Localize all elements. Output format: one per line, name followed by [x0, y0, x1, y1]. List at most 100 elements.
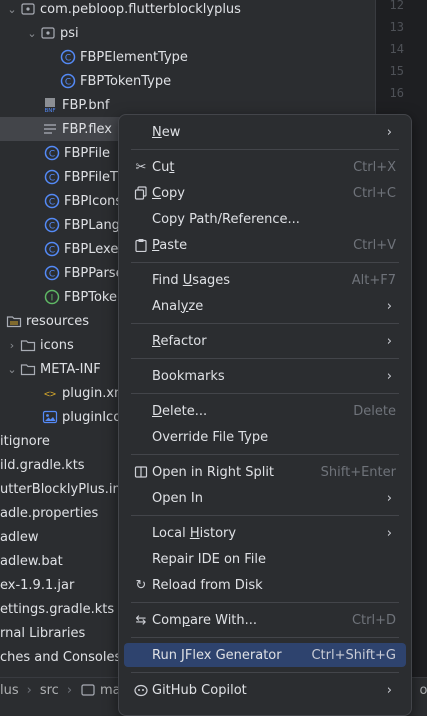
- compare-icon: ⇆: [130, 613, 152, 628]
- chevron-right-icon: ›: [387, 299, 392, 314]
- chevron-right-icon[interactable]: ›: [4, 339, 20, 352]
- svg-text:C: C: [65, 54, 71, 64]
- line-number: 16: [390, 86, 404, 100]
- menu-item-delete[interactable]: Delete... Delete: [124, 399, 406, 423]
- menu-item-github-copilot[interactable]: GitHub Copilot ›: [124, 678, 406, 702]
- tree-item-label: FBPElementType: [80, 50, 188, 65]
- folder-icon: [80, 682, 96, 698]
- breadcrumb-item[interactable]: src: [40, 683, 59, 698]
- menu-item-new[interactable]: New ›: [124, 120, 406, 144]
- chevron-right-icon: ›: [387, 369, 392, 384]
- line-number: 14: [390, 42, 404, 56]
- menu-item-analyze[interactable]: Analyze ›: [124, 294, 406, 318]
- tree-item-label: ettings.gradle.kts: [0, 602, 114, 617]
- menu-item-override-file-type[interactable]: Override File Type: [124, 425, 406, 449]
- tree-item-label: ches and Consoles: [0, 650, 121, 665]
- svg-text:C: C: [49, 222, 55, 232]
- tree-item-label: adle.properties: [0, 506, 98, 521]
- class-icon: C: [44, 193, 60, 209]
- xml-file-icon: <>: [42, 385, 58, 401]
- tree-item-label: ex-1.9.1.jar: [0, 578, 74, 593]
- menu-separator: [131, 358, 399, 359]
- chevron-right-icon: ›: [387, 526, 392, 541]
- package-icon: [40, 25, 56, 41]
- text-file-icon: [42, 121, 58, 137]
- svg-text:C: C: [49, 270, 55, 280]
- breadcrumb-item[interactable]: olu: [420, 683, 427, 698]
- menu-item-paste[interactable]: Paste Ctrl+V: [124, 233, 406, 257]
- svg-text:<>: <>: [44, 389, 56, 400]
- shortcut: Ctrl+V: [353, 238, 396, 253]
- line-number: 12: [390, 0, 404, 12]
- class-icon: C: [44, 217, 60, 233]
- shortcut: Ctrl+C: [353, 186, 396, 201]
- shortcut: Ctrl+D: [352, 613, 396, 628]
- shortcut: Ctrl+Shift+G: [311, 648, 396, 663]
- tree-item-label: com.pebloop.flutterblocklyplus: [40, 2, 241, 17]
- class-icon: C: [60, 49, 76, 65]
- tree-item-label: FBPToke: [64, 290, 117, 305]
- tree-item-label: FBPLexe: [64, 242, 118, 257]
- menu-item-cut[interactable]: ✂Cut Ctrl+X: [124, 155, 406, 179]
- tree-item-label: pluginIco: [62, 410, 121, 425]
- bnf-file-icon: BNF: [42, 97, 58, 113]
- chevron-right-icon: ›: [27, 683, 32, 698]
- tree-item-package[interactable]: ⌄ com.pebloop.flutterblocklyplus: [0, 0, 375, 21]
- tree-item-label: FBPTokenType: [80, 74, 171, 89]
- folder-icon: [20, 337, 36, 353]
- svg-text:I: I: [51, 294, 54, 304]
- chevron-down-icon[interactable]: ⌄: [24, 27, 40, 40]
- copy-icon: [130, 186, 152, 200]
- interface-icon: I: [44, 289, 60, 305]
- scissors-icon: ✂: [130, 160, 152, 175]
- tree-item-label: FBP.flex: [62, 122, 112, 137]
- menu-item-reload-from-disk[interactable]: ↻Reload from Disk: [124, 573, 406, 597]
- tree-item-label: FBPIcons: [64, 194, 122, 209]
- menu-item-open-in[interactable]: Open In ›: [124, 486, 406, 510]
- tree-item-label: adlew.bat: [0, 554, 63, 569]
- line-number: 15: [390, 64, 404, 78]
- tree-item-label: FBPLang: [64, 218, 120, 233]
- menu-separator: [131, 262, 399, 263]
- svg-text:C: C: [49, 198, 55, 208]
- menu-item-repair-ide[interactable]: Repair IDE on File: [124, 547, 406, 571]
- tree-item-label: resources: [26, 314, 89, 329]
- split-icon: [130, 465, 152, 479]
- menu-item-refactor[interactable]: Refactor ›: [124, 329, 406, 353]
- chevron-down-icon[interactable]: ⌄: [4, 3, 20, 16]
- chevron-down-icon[interactable]: ⌄: [4, 363, 20, 376]
- menu-item-copy-path[interactable]: Copy Path/Reference...: [124, 207, 406, 231]
- menu-item-open-right-split[interactable]: Open in Right Split Shift+Enter: [124, 460, 406, 484]
- menu-item-local-history[interactable]: Local History ›: [124, 521, 406, 545]
- tree-item-psi[interactable]: ⌄ psi: [0, 21, 375, 45]
- tree-item-label: FBPParse: [64, 266, 124, 281]
- tree-item-label: META-INF: [40, 362, 101, 377]
- menu-item-bookmarks[interactable]: Bookmarks ›: [124, 364, 406, 388]
- class-icon: C: [44, 145, 60, 161]
- tree-item-label: FBPFile: [64, 146, 110, 161]
- breadcrumb-item[interactable]: lus: [0, 683, 19, 698]
- tree-item-label: adlew: [0, 530, 38, 545]
- image-file-icon: [42, 409, 58, 425]
- shortcut: Delete: [353, 404, 396, 419]
- reload-icon: ↻: [130, 578, 152, 593]
- tree-item-class[interactable]: C FBPElementType: [0, 45, 375, 69]
- menu-item-run-jflex-generator[interactable]: Run JFlex Generator Ctrl+Shift+G: [124, 643, 406, 667]
- class-icon: C: [60, 73, 76, 89]
- tree-item-label: psi: [60, 26, 79, 41]
- menu-separator: [131, 393, 399, 394]
- menu-item-find-usages[interactable]: Find Usages Alt+F7: [124, 268, 406, 292]
- package-icon: [20, 1, 36, 17]
- folder-icon: [20, 361, 36, 377]
- menu-separator: [131, 672, 399, 673]
- menu-separator: [131, 602, 399, 603]
- svg-text:C: C: [49, 246, 55, 256]
- menu-item-compare-with[interactable]: ⇆Compare With... Ctrl+D: [124, 608, 406, 632]
- tree-item-label: ild.gradle.kts: [0, 458, 85, 473]
- tree-item-class[interactable]: C FBPTokenType: [0, 69, 375, 93]
- menu-item-copy[interactable]: Copy Ctrl+C: [124, 181, 406, 205]
- shortcut: Ctrl+X: [353, 160, 396, 175]
- chevron-right-icon: ›: [387, 125, 392, 140]
- menu-separator: [131, 149, 399, 150]
- svg-text:BNF: BNF: [44, 108, 55, 113]
